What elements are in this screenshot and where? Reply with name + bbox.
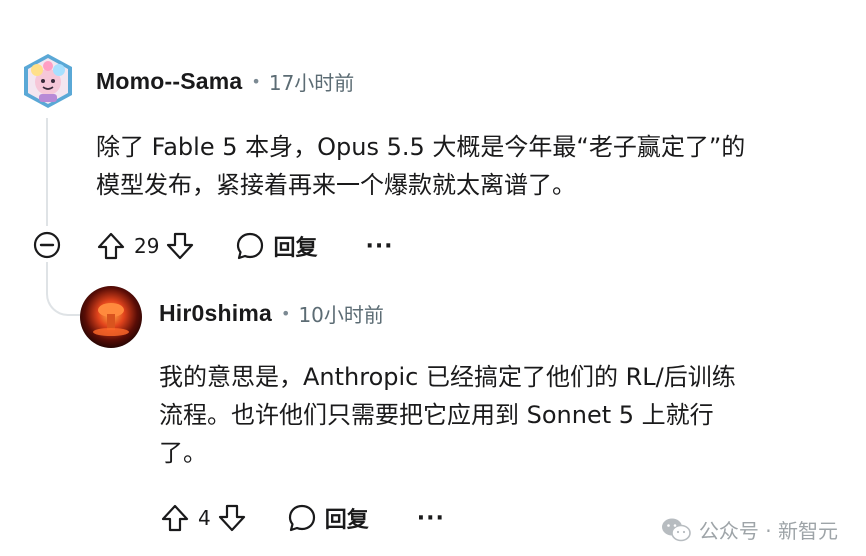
timestamp[interactable]: 17小时前 xyxy=(269,67,354,96)
wechat-icon xyxy=(661,518,691,541)
meta-separator: • xyxy=(281,303,291,323)
avatar-image xyxy=(80,286,142,348)
username[interactable]: Hir0shima xyxy=(159,300,272,327)
collapse-icon xyxy=(33,231,61,259)
avatar-image xyxy=(24,54,72,108)
collapse-thread-button[interactable] xyxy=(30,228,64,262)
reply-button[interactable]: 回复 xyxy=(235,230,317,262)
comment-meta: Momo--Sama • 17小时前 xyxy=(96,64,354,98)
reply-button[interactable]: 回复 xyxy=(287,502,369,534)
comment-body-line: 除了 Fable 5 本身，Opus 5.5 大概是今年最“老子赢定了”的 xyxy=(96,133,746,161)
comment-icon xyxy=(288,504,315,532)
watermark-text: 公众号 · 新智元 xyxy=(698,519,838,543)
comment-meta: Hir0shima • 10小时前 xyxy=(159,296,384,330)
upvote-icon xyxy=(97,232,125,260)
username[interactable]: Momo--Sama xyxy=(96,68,242,95)
reply-thread-connector xyxy=(46,262,80,316)
meta-separator: • xyxy=(251,71,261,91)
comment-actions: 4 回复 ··· xyxy=(158,498,445,538)
downvote-icon xyxy=(167,232,194,260)
avatar[interactable] xyxy=(19,52,77,110)
avatar[interactable] xyxy=(80,286,142,348)
downvote-button[interactable] xyxy=(215,501,249,535)
comment-body-line: 了。 xyxy=(159,439,207,467)
more-options-button[interactable]: ··· xyxy=(417,506,445,531)
vote-count: 4 xyxy=(198,506,211,530)
comment-body-line: 流程。也许他们只需要把它应用到 Sonnet 5 上就行 xyxy=(159,401,714,429)
comment-body-line: 模型发布，紧接着再来一个爆款就太离谱了。 xyxy=(96,171,576,199)
comment-body: 我的意思是，Anthropic 已经搞定了他们的 RL/后训练 流程。也许他们只… xyxy=(159,358,839,472)
comment-icon xyxy=(237,232,264,260)
thread-line xyxy=(46,118,48,226)
watermark: 公众号 · 新智元 xyxy=(661,515,838,544)
reply-label: 回复 xyxy=(273,236,318,261)
more-options-button[interactable]: ··· xyxy=(365,234,393,259)
timestamp[interactable]: 10小时前 xyxy=(298,299,383,328)
upvote-button[interactable] xyxy=(94,229,128,263)
comment-body: 除了 Fable 5 本身，Opus 5.5 大概是今年最“老子赢定了”的 模型… xyxy=(96,128,836,204)
upvote-icon xyxy=(161,504,189,532)
comment-body-line: 我的意思是，Anthropic 已经搞定了他们的 RL/后训练 xyxy=(159,363,736,391)
vote-count: 29 xyxy=(134,234,160,258)
upvote-button[interactable] xyxy=(158,501,192,535)
reply-label: 回复 xyxy=(324,508,369,533)
downvote-button[interactable] xyxy=(163,229,197,263)
comment-actions: 29 回复 ··· xyxy=(94,226,394,266)
downvote-icon xyxy=(218,504,245,532)
